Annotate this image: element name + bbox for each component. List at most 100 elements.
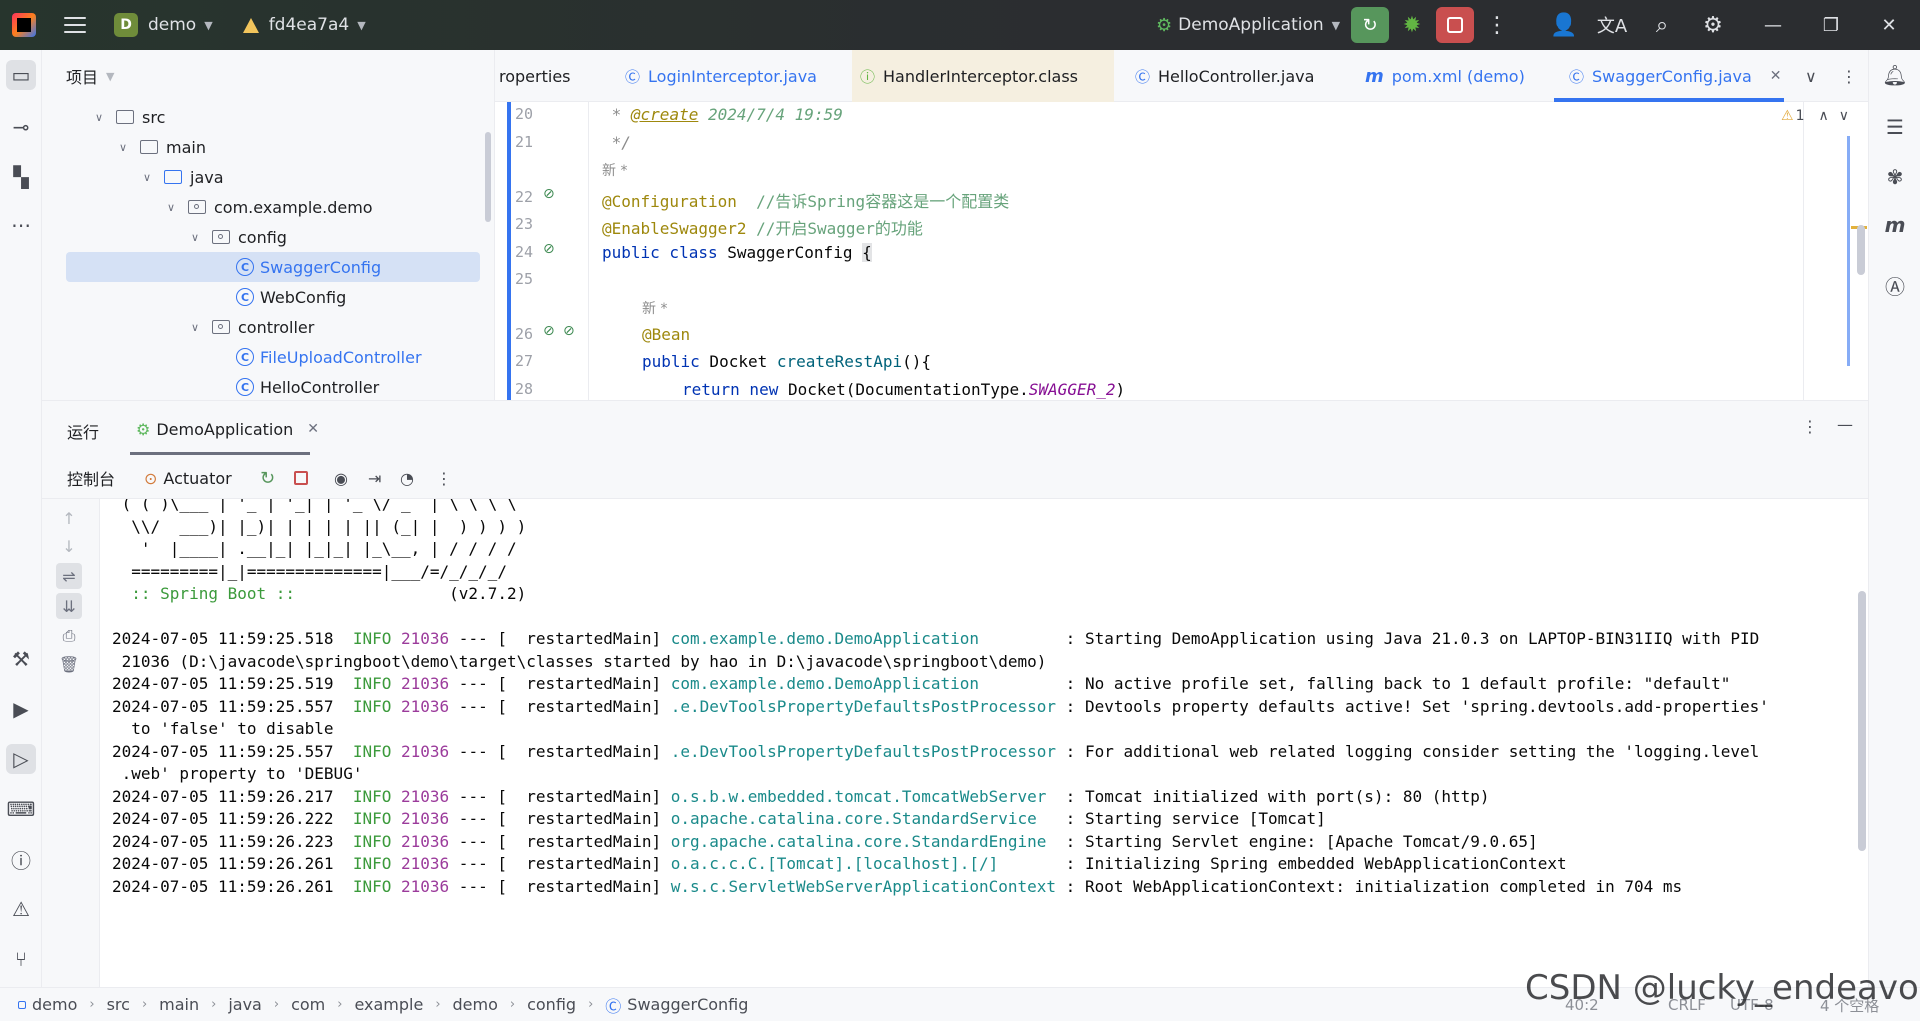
- inlay-hint-new[interactable]: 新 *: [602, 160, 627, 180]
- chevron-up-icon[interactable]: ∧: [1818, 108, 1828, 124]
- more-options-icon[interactable]: ⋮: [1802, 417, 1818, 436]
- screenshot-icon[interactable]: ◉: [334, 457, 348, 499]
- tab-more-icon[interactable]: ⋮: [1841, 50, 1857, 102]
- spring-bean-gutter-icon[interactable]: ⊘: [543, 186, 555, 202]
- editor-scrollbar[interactable]: [1857, 225, 1865, 275]
- console-tab[interactable]: 控制台: [67, 457, 115, 499]
- breadcrumb-item[interactable]: SwaggerConfig: [627, 995, 748, 1014]
- tree-item-webconfig[interactable]: C WebConfig: [236, 282, 346, 312]
- spring-bean-gutter-icon[interactable]: ⊘: [563, 323, 575, 339]
- git-branch-icon[interactable]: ⑂: [6, 944, 36, 974]
- tab-properties[interactable]: roperties: [499, 50, 571, 102]
- breadcrumb-item[interactable]: demo: [453, 995, 498, 1014]
- structure-icon[interactable]: ▚: [6, 162, 36, 192]
- maven-icon[interactable]: m: [1880, 210, 1910, 240]
- translation-panel-icon[interactable]: Ⓐ: [1880, 270, 1910, 300]
- run-config-selector[interactable]: ⚙ DemoApplication ▼: [1156, 0, 1340, 50]
- tree-item-src[interactable]: ∨ src: [92, 102, 165, 132]
- restore-window-icon[interactable]: ❐: [1802, 0, 1860, 50]
- main-menu-icon[interactable]: [64, 17, 86, 33]
- tree-item-controller[interactable]: ∨ controller: [188, 312, 314, 342]
- build-hammer-icon[interactable]: ⚒: [6, 644, 36, 674]
- log-timestamp: 2024-07-05 11:59:25.519: [112, 674, 334, 693]
- breadcrumb-item[interactable]: com: [291, 995, 325, 1014]
- tree-item-main[interactable]: ∨ main: [116, 132, 206, 162]
- problems-icon[interactable]: ⓘ: [6, 844, 36, 874]
- run-tool-icon[interactable]: ▷: [6, 744, 36, 774]
- tree-item-hellocontroller[interactable]: C HelloController: [236, 372, 379, 400]
- log-timestamp: 2024-07-05 11:59:26.222: [112, 809, 334, 828]
- more-actions-icon[interactable]: ⋮: [436, 457, 452, 499]
- close-tab-icon[interactable]: ✕: [1770, 68, 1782, 84]
- breadcrumb-item[interactable]: config: [527, 995, 576, 1014]
- scroll-down-icon[interactable]: ↓: [56, 533, 82, 559]
- app-logo-icon[interactable]: [12, 13, 36, 37]
- spring-bean-gutter-icon[interactable]: ⊘: [543, 323, 555, 339]
- minimize-window-icon[interactable]: —: [1744, 0, 1802, 50]
- rerun-button[interactable]: ↻: [1351, 7, 1389, 43]
- tab-pom[interactable]: m pom.xml (demo): [1365, 50, 1525, 102]
- tree-item-config[interactable]: ∨ config: [188, 222, 287, 252]
- tree-item-package[interactable]: ∨ com.example.demo: [164, 192, 373, 222]
- spring-bean-gutter-icon[interactable]: ⊘: [543, 241, 555, 257]
- add-user-icon[interactable]: 👤: [1543, 0, 1585, 50]
- translate-icon[interactable]: 文A: [1591, 0, 1633, 50]
- tree-item-fileuploadcontroller[interactable]: C FileUploadController: [236, 342, 422, 372]
- performance-icon[interactable]: ◔: [400, 457, 414, 499]
- commit-icon[interactable]: ⊸: [6, 112, 36, 142]
- search-icon[interactable]: ⌕: [1641, 0, 1683, 50]
- clear-trash-icon[interactable]: 🗑︎: [56, 651, 82, 677]
- scroll-to-end-icon[interactable]: ⇊: [56, 593, 82, 619]
- rerun-icon[interactable]: ↻: [260, 457, 275, 499]
- log-message: : No active profile set, falling back to…: [1056, 674, 1731, 693]
- ai-assistant-icon[interactable]: ✾: [1880, 162, 1910, 192]
- chevron-down-icon[interactable]: ∨: [1839, 108, 1849, 124]
- database-icon[interactable]: ☰: [1880, 112, 1910, 142]
- line-number: 24: [515, 243, 534, 261]
- more-tools-icon[interactable]: ⋯: [6, 210, 36, 240]
- tab-handlerinterceptor[interactable]: ⓘ HandlerInterceptor.class: [852, 50, 1114, 102]
- tab-list-chevron-icon[interactable]: ∨: [1805, 50, 1817, 102]
- console-scrollbar[interactable]: [1858, 591, 1866, 851]
- project-scrollbar[interactable]: [485, 132, 491, 222]
- breadcrumb-item[interactable]: example: [354, 995, 423, 1014]
- project-selector[interactable]: D demo ▼: [114, 0, 213, 50]
- actuator-tab[interactable]: ⊙ Actuator: [144, 457, 232, 499]
- run-tab-demoapplication[interactable]: ⚙ DemoApplication ✕: [136, 401, 319, 457]
- line-number: 27: [515, 352, 534, 370]
- warning-tool-icon[interactable]: ⚠: [6, 894, 36, 924]
- services-icon[interactable]: ▶: [6, 694, 36, 724]
- tree-item-swaggerconfig[interactable]: C SwaggerConfig: [66, 252, 480, 282]
- restore-layout-icon[interactable]: ⇥: [368, 457, 381, 499]
- soft-wrap-icon[interactable]: ⇌: [56, 563, 82, 589]
- inlay-hint-new[interactable]: 新 *: [642, 298, 667, 318]
- stop-icon[interactable]: [294, 457, 308, 499]
- close-tab-icon[interactable]: ✕: [307, 421, 319, 437]
- tab-logininterceptor[interactable]: Ⓒ LoginInterceptor.java: [625, 50, 817, 102]
- tree-item-java[interactable]: ∨ java: [140, 162, 224, 192]
- scroll-up-icon[interactable]: ↑: [56, 505, 82, 531]
- log-timestamp: 2024-07-05 11:59:26.217: [112, 786, 334, 806]
- terminal-icon[interactable]: ⌨: [6, 794, 36, 824]
- project-folder-icon[interactable]: ▭: [6, 60, 36, 90]
- breadcrumb-item[interactable]: src: [107, 995, 130, 1014]
- warning-icon: ⚠: [1781, 108, 1794, 124]
- branch-selector[interactable]: fd4ea7a4 ▼: [242, 0, 366, 50]
- print-icon[interactable]: ⎙: [56, 623, 82, 649]
- breadcrumb-item[interactable]: main: [159, 995, 199, 1014]
- debug-icon[interactable]: ✹: [1391, 0, 1433, 50]
- interface-icon: ⓘ: [860, 67, 876, 86]
- tab-hellocontroller[interactable]: Ⓒ HelloController.java: [1135, 50, 1314, 102]
- tab-swaggerconfig[interactable]: Ⓒ SwaggerConfig.java ✕: [1569, 50, 1781, 102]
- close-window-icon[interactable]: ✕: [1860, 0, 1918, 50]
- inspection-widget[interactable]: ⚠ 1 ∧ ∨: [1781, 108, 1849, 124]
- breadcrumb-item[interactable]: demo: [32, 995, 77, 1014]
- minimize-panel-icon[interactable]: —: [1837, 415, 1853, 434]
- more-actions-icon[interactable]: ⋮: [1476, 0, 1518, 50]
- stop-button[interactable]: [1436, 7, 1474, 43]
- project-panel-header[interactable]: 项目 ▼: [42, 50, 494, 102]
- settings-gear-icon[interactable]: ⚙: [1692, 0, 1734, 50]
- notifications-bell-icon[interactable]: 🔔︎: [1880, 60, 1910, 90]
- breadcrumb-item[interactable]: java: [228, 995, 262, 1014]
- banner-line: ( ( )\___ | '_ | '_| | '_ \/ _` | \ \ \ …: [112, 499, 517, 513]
